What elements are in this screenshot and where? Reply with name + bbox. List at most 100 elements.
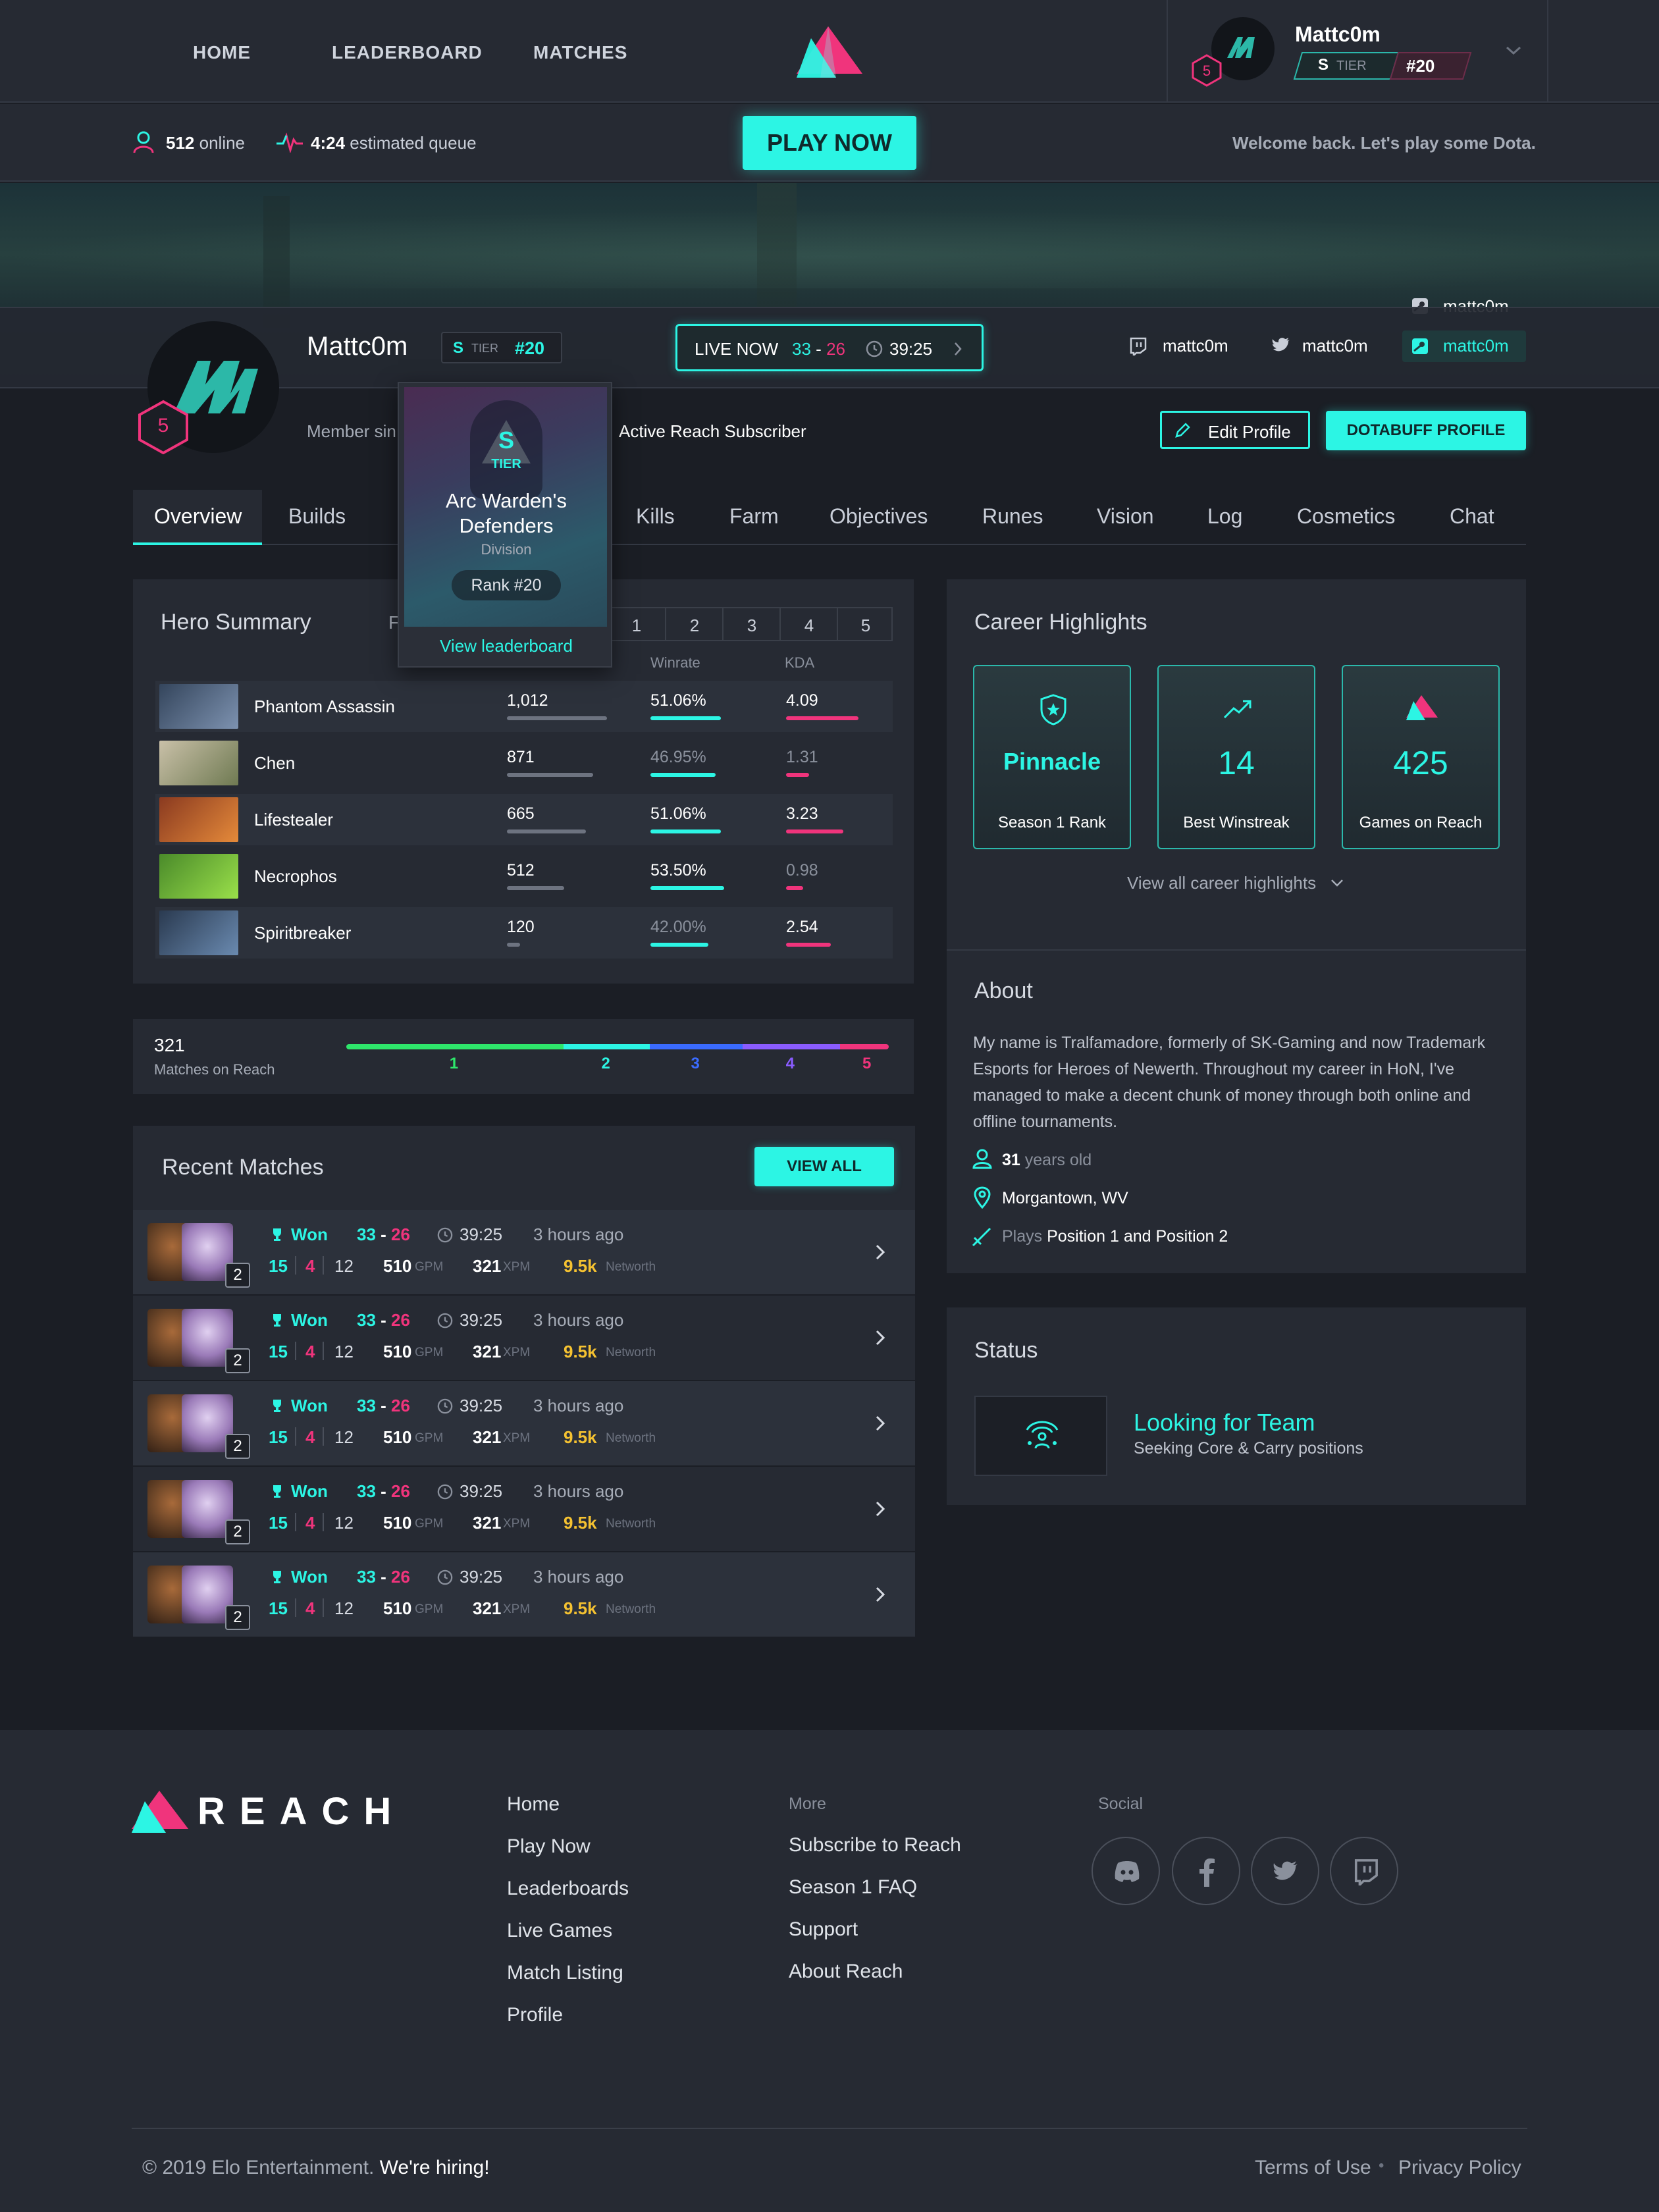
twitter-button[interactable] bbox=[1251, 1837, 1319, 1905]
footer-link-profile[interactable]: Profile bbox=[507, 2004, 563, 2026]
footer-link-leaderboards[interactable]: Leaderboards bbox=[507, 1878, 629, 1900]
hero-matches: 512 bbox=[507, 861, 535, 880]
tab-objectives[interactable]: Objectives bbox=[830, 504, 928, 529]
footer-link-faq[interactable]: Season 1 FAQ bbox=[789, 1876, 917, 1899]
status-detail: Seeking Core & Carry positions bbox=[1134, 1439, 1363, 1458]
tab-kills[interactable]: Kills bbox=[636, 504, 675, 529]
highlight-card-rank[interactable]: Pinnacle Season 1 Rank bbox=[973, 665, 1131, 849]
footer-link-subscribe[interactable]: Subscribe to Reach bbox=[789, 1834, 961, 1856]
match-time-ago: 3 hours ago bbox=[533, 1481, 624, 1501]
view-leaderboard-link[interactable]: View leaderboard bbox=[399, 636, 614, 656]
xpm: 321 bbox=[473, 1513, 502, 1533]
chevron-right-icon[interactable] bbox=[874, 1500, 886, 1518]
nav-matches[interactable]: MATCHES bbox=[533, 42, 627, 63]
facebook-button[interactable] bbox=[1172, 1837, 1240, 1905]
footer-separator: • bbox=[1379, 2157, 1384, 2174]
play-now-button[interactable]: PLAY NOW bbox=[743, 116, 916, 170]
twitch-handle[interactable]: mattc0m bbox=[1163, 336, 1228, 356]
dotabuff-profile-button[interactable]: DOTABUFF PROFILE bbox=[1326, 411, 1526, 450]
footer-link-play-now[interactable]: Play Now bbox=[507, 1835, 591, 1858]
reach-logo-icon[interactable] bbox=[132, 1791, 188, 1833]
chevron-right-icon[interactable] bbox=[874, 1243, 886, 1261]
footer-link-match-listing[interactable]: Match Listing bbox=[507, 1962, 623, 1984]
match-row[interactable]: 2 Won 33 - 26 39:25 3 hours ago 15 4 12 510 GPM 32… bbox=[133, 1381, 915, 1465]
networth: 9.5k bbox=[564, 1598, 597, 1618]
clock-icon bbox=[437, 1484, 453, 1500]
match-result: Won bbox=[291, 1224, 328, 1244]
tab-chat[interactable]: Chat bbox=[1450, 504, 1494, 529]
view-all-matches-button[interactable]: VIEW ALL bbox=[754, 1147, 894, 1186]
footer-link-live-games[interactable]: Live Games bbox=[507, 1920, 612, 1942]
twitch-button[interactable] bbox=[1330, 1837, 1398, 1905]
position-segment-label: 5 bbox=[862, 1055, 872, 1072]
gpm: 510 bbox=[383, 1598, 412, 1618]
hero-row[interactable]: Chen 871 46.95% 1.31 bbox=[155, 737, 893, 789]
match-row[interactable]: 2 Won 33 - 26 39:25 3 hours ago 15 4 12 510 GPM 32… bbox=[133, 1552, 915, 1637]
location-pin-icon bbox=[974, 1186, 991, 1209]
chevron-right-icon[interactable] bbox=[874, 1414, 886, 1433]
edit-profile-button[interactable]: Edit Profile bbox=[1160, 411, 1310, 449]
highlight-card-winstreak[interactable]: 14 Best Winstreak bbox=[1157, 665, 1315, 849]
matches-bar bbox=[507, 943, 520, 947]
chevron-down-icon[interactable] bbox=[1505, 45, 1522, 57]
live-now-button[interactable]: LIVE NOW 33 - 26 39:25 bbox=[675, 324, 984, 371]
chevron-right-icon[interactable] bbox=[874, 1585, 886, 1604]
match-row[interactable]: 2 Won 33 - 26 39:25 3 hours ago 15 4 12 510 GPM 32… bbox=[133, 1467, 915, 1551]
match-result: Won bbox=[291, 1396, 328, 1415]
hero-row[interactable]: Spiritbreaker 120 42.00% 2.54 bbox=[155, 907, 893, 959]
position-4-button[interactable]: 4 bbox=[781, 616, 837, 636]
footer-link-home[interactable]: Home bbox=[507, 1793, 560, 1816]
twitter-icon bbox=[1273, 1861, 1298, 1880]
match-time-ago: 3 hours ago bbox=[533, 1310, 624, 1330]
position-1-button[interactable]: 1 bbox=[608, 616, 665, 636]
hero-row[interactable]: Lifestealer 665 51.06% 3.23 bbox=[155, 794, 893, 845]
tab-cosmetics[interactable]: Cosmetics bbox=[1297, 504, 1395, 529]
terms-link[interactable]: Terms of Use bbox=[1255, 2157, 1371, 2179]
privacy-link[interactable]: Privacy Policy bbox=[1398, 2157, 1521, 2179]
highlight-card-games[interactable]: 425 Games on Reach bbox=[1342, 665, 1500, 849]
deaths: 4 bbox=[305, 1598, 315, 1618]
gpm: 510 bbox=[383, 1513, 412, 1533]
steam-icon bbox=[1412, 338, 1428, 354]
member-since: Member sin bbox=[307, 421, 396, 441]
party-size-badge: 2 bbox=[225, 1348, 250, 1373]
tab-builds[interactable]: Builds bbox=[288, 504, 346, 529]
footer-more-title: More bbox=[789, 1795, 826, 1813]
tabs-divider bbox=[133, 544, 1526, 545]
position-segment-label: 4 bbox=[785, 1055, 795, 1072]
view-all-highlights-link[interactable]: View all career highlights bbox=[1127, 873, 1316, 893]
tab-overview[interactable]: Overview bbox=[133, 490, 262, 545]
hero-name: Spiritbreaker bbox=[254, 923, 352, 943]
hero-row[interactable]: Phantom Assassin 1,012 51.06% 4.09 bbox=[155, 681, 893, 732]
tab-farm[interactable]: Farm bbox=[729, 504, 779, 529]
position-2-button[interactable]: 2 bbox=[666, 616, 723, 636]
networth: 9.5k bbox=[564, 1427, 597, 1447]
party-size-badge: 2 bbox=[225, 1434, 250, 1459]
footer-brand[interactable]: REACH bbox=[198, 1789, 406, 1833]
tab-vision[interactable]: Vision bbox=[1097, 504, 1154, 529]
reach-logo-icon[interactable] bbox=[797, 26, 862, 78]
chevron-right-icon[interactable] bbox=[874, 1329, 886, 1347]
tier-badge: S TIER #20 bbox=[1293, 51, 1472, 80]
discord-button[interactable] bbox=[1092, 1837, 1160, 1905]
chevron-down-icon[interactable] bbox=[1330, 878, 1344, 889]
footer-link-support[interactable]: Support bbox=[789, 1918, 858, 1941]
hero-row[interactable]: Necrophos 512 53.50% 0.98 bbox=[155, 851, 893, 902]
position-3-button[interactable]: 3 bbox=[724, 616, 780, 636]
hero-portrait bbox=[159, 741, 238, 785]
tab-log[interactable]: Log bbox=[1207, 504, 1242, 529]
nav-home[interactable]: HOME bbox=[193, 42, 251, 63]
hiring-link[interactable]: We're hiring! bbox=[380, 2157, 490, 2178]
match-row[interactable]: 2 Won 33 - 26 39:25 3 hours ago 15 4 12 510 GPM 32… bbox=[133, 1210, 915, 1294]
matches-bar bbox=[507, 886, 564, 890]
twitter-handle[interactable]: mattc0m bbox=[1302, 336, 1368, 356]
position-5-button[interactable]: 5 bbox=[838, 616, 893, 636]
nav-leaderboard[interactable]: LEADERBOARD bbox=[332, 42, 483, 63]
gpm: 510 bbox=[383, 1342, 412, 1361]
profile-tier-badge[interactable]: S TIER #20 bbox=[441, 332, 562, 363]
tab-runes[interactable]: Runes bbox=[982, 504, 1043, 529]
footer-link-about[interactable]: About Reach bbox=[789, 1961, 903, 1983]
steam-link[interactable]: mattc0m bbox=[1402, 330, 1526, 362]
facebook-icon bbox=[1199, 1858, 1215, 1887]
match-row[interactable]: 2 Won 33 - 26 39:25 3 hours ago 15 4 12 510 GPM 32… bbox=[133, 1296, 915, 1380]
